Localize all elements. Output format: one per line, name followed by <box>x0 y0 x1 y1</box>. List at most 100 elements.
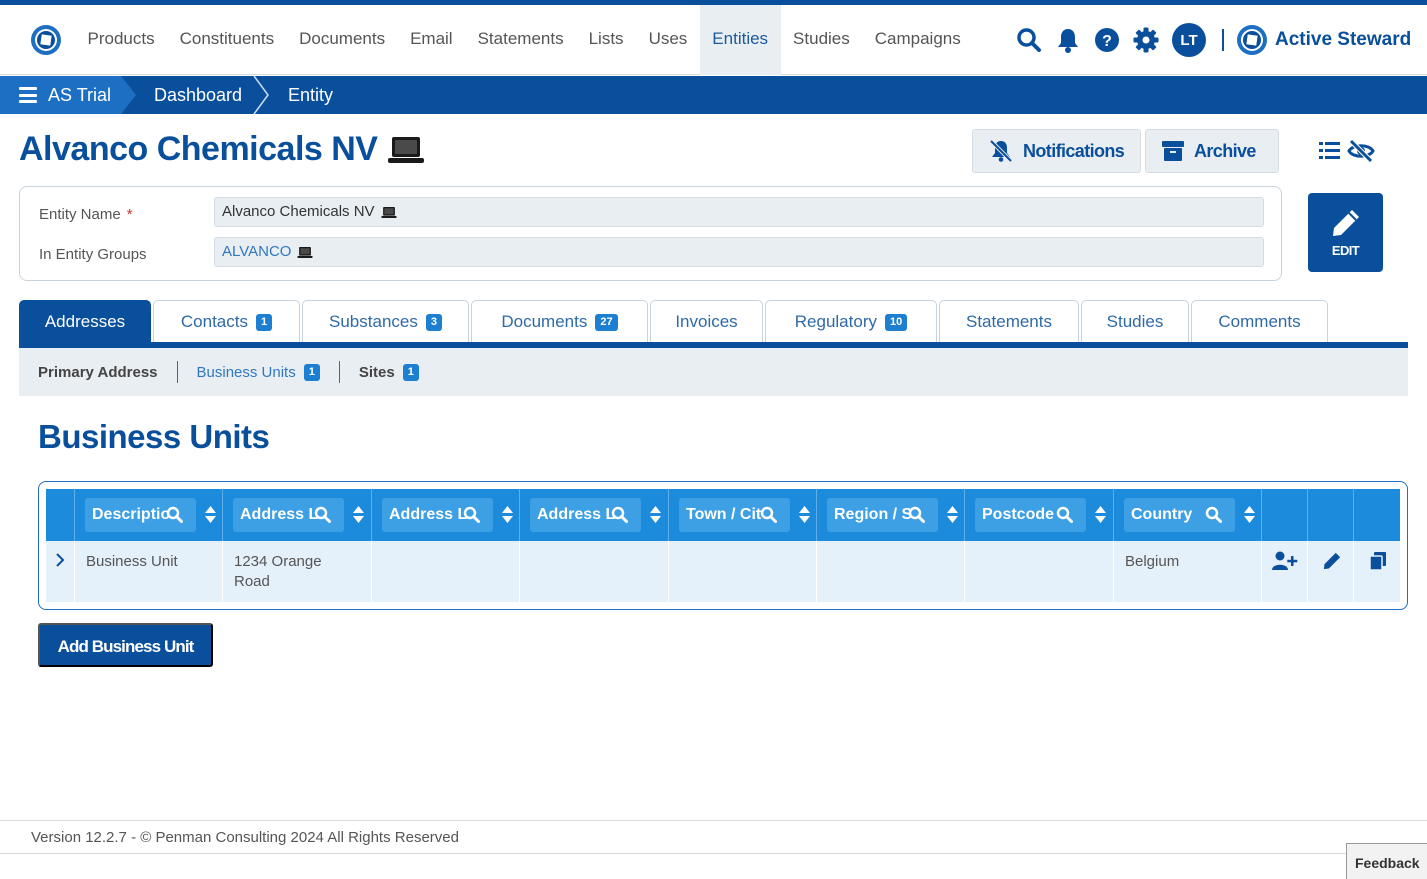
pencil-icon[interactable] <box>1322 551 1342 571</box>
pencil-icon <box>1332 210 1359 236</box>
column-header: Descriptio <box>75 489 223 541</box>
grid-header: Descriptio Address L Address L Address L… <box>46 489 1400 541</box>
row-expand[interactable] <box>46 541 75 602</box>
nav-documents[interactable]: Documents <box>287 5 398 75</box>
nav-lists[interactable]: Lists <box>576 5 636 75</box>
tab-badge: 1 <box>255 313 273 331</box>
nav-divider <box>1222 29 1224 51</box>
footer-divider <box>0 820 1427 821</box>
nav-constituents[interactable]: Constituents <box>167 5 287 75</box>
tab-addresses[interactable]: Addresses <box>19 300 151 343</box>
breadcrumb-root[interactable]: AS Trial <box>0 76 122 114</box>
bell-icon[interactable] <box>1053 25 1083 55</box>
row-action <box>1354 541 1400 602</box>
sort-icon[interactable] <box>650 506 661 523</box>
brand-logo-icon <box>1237 25 1267 55</box>
sort-icon[interactable] <box>353 506 364 523</box>
row-action <box>1262 541 1308 602</box>
entity-name-value: Alvanco Chemicals NV <box>222 203 375 220</box>
search-icon[interactable] <box>1056 506 1073 523</box>
eye-slash-icon[interactable] <box>1346 139 1376 163</box>
nav-uses[interactable]: Uses <box>636 5 700 75</box>
search-icon[interactable] <box>463 506 480 523</box>
subtab-badge: 1 <box>303 363 320 381</box>
tab-studies[interactable]: Studies <box>1081 300 1189 343</box>
user-avatar[interactable]: LT <box>1172 23 1206 57</box>
section-title: Business Units <box>38 418 270 455</box>
search-icon[interactable] <box>1205 506 1222 523</box>
feedback-button[interactable]: Feedback <box>1346 843 1427 879</box>
entity-name-field[interactable]: Alvanco Chemicals NV <box>214 197 1264 227</box>
subtab-sites[interactable]: Sites 1 <box>340 363 438 381</box>
table-cell: 1234 Orange Road <box>223 541 372 602</box>
search-icon[interactable] <box>908 506 925 523</box>
gear-icon[interactable] <box>1131 25 1161 55</box>
page-title: Alvanco Chemicals NV <box>19 130 425 169</box>
tab-statements[interactable]: Statements <box>939 300 1079 343</box>
search-icon[interactable] <box>760 506 777 523</box>
footer-copyright: Version 12.2.7 - © Penman Consulting 202… <box>31 829 459 846</box>
action-column-header <box>1262 489 1308 541</box>
sort-icon[interactable] <box>1095 506 1106 523</box>
nav-entities[interactable]: Entities <box>699 5 781 75</box>
column-header: Country <box>1114 489 1262 541</box>
menu-icon[interactable] <box>19 87 37 103</box>
footer-divider <box>0 853 1427 854</box>
sort-icon[interactable] <box>1244 506 1255 523</box>
row-action <box>1308 541 1354 602</box>
sort-icon[interactable] <box>502 506 513 523</box>
nav-email[interactable]: Email <box>398 5 466 75</box>
action-column-header <box>1354 489 1400 541</box>
chevron-right-icon[interactable] <box>55 551 65 569</box>
notifications-button[interactable]: Notifications <box>972 129 1141 173</box>
subtab-business-units[interactable]: Business Units 1 <box>178 363 339 381</box>
action-column-header <box>1308 489 1354 541</box>
search-icon[interactable] <box>166 506 183 523</box>
table-cell: Business Unit <box>75 541 223 602</box>
subtab-primary-address[interactable]: Primary Address <box>19 364 177 381</box>
copy-icon[interactable] <box>1368 551 1388 571</box>
tab-comments[interactable]: Comments <box>1191 300 1328 343</box>
nav-campaigns[interactable]: Campaigns <box>862 5 973 75</box>
edit-button[interactable]: EDIT <box>1308 193 1383 272</box>
table-cell <box>817 541 965 602</box>
search-icon[interactable] <box>1014 25 1044 55</box>
business-units-grid: Descriptio Address L Address L Address L… <box>38 481 1408 610</box>
column-header: Town / Cit <box>669 489 817 541</box>
entity-groups-label: In Entity Groups <box>39 246 147 263</box>
app-logo-icon[interactable] <box>30 24 62 56</box>
add-business-unit-button[interactable]: Add Business Unit <box>38 623 213 667</box>
search-icon[interactable] <box>611 506 628 523</box>
expand-column-header <box>46 489 75 541</box>
tab-invoices[interactable]: Invoices <box>650 300 763 343</box>
add-user-icon[interactable] <box>1272 551 1298 571</box>
tab-badge: 27 <box>595 313 618 331</box>
tab-regulatory[interactable]: Regulatory 10 <box>765 300 937 343</box>
entity-group-link[interactable]: ALVANCO <box>222 238 291 266</box>
sort-icon[interactable] <box>799 506 810 523</box>
breadcrumb-separator-icon <box>121 76 136 114</box>
sort-icon[interactable] <box>205 506 216 523</box>
nav-studies[interactable]: Studies <box>781 5 863 75</box>
table-cell <box>372 541 520 602</box>
required-marker: * <box>126 206 133 223</box>
archive-button[interactable]: Archive <box>1145 129 1279 173</box>
tab-substances[interactable]: Substances 3 <box>302 300 469 343</box>
column-header: Region / S <box>817 489 965 541</box>
nav-products[interactable]: Products <box>75 5 167 75</box>
nav-statements[interactable]: Statements <box>465 5 576 75</box>
list-icon[interactable] <box>1318 139 1342 161</box>
main-menu: Products Constituents Documents Email St… <box>75 5 973 75</box>
nav-actions: ? LT Active Steward <box>1014 23 1411 57</box>
top-navigation: Products Constituents Documents Email St… <box>0 5 1427 75</box>
tab-documents[interactable]: Documents 27 <box>471 300 648 343</box>
search-icon[interactable] <box>314 506 331 523</box>
table-cell <box>520 541 669 602</box>
page-title-text: Alvanco Chemicals NV <box>19 130 378 168</box>
entity-tabs: Addresses Contacts 1 Substances 3 Document… <box>19 300 1330 344</box>
breadcrumb-dashboard[interactable]: Dashboard <box>154 76 242 114</box>
breadcrumb-root-label: AS Trial <box>48 85 112 105</box>
tab-contacts[interactable]: Contacts 1 <box>153 300 300 343</box>
help-icon[interactable]: ? <box>1092 25 1122 55</box>
sort-icon[interactable] <box>947 506 958 523</box>
